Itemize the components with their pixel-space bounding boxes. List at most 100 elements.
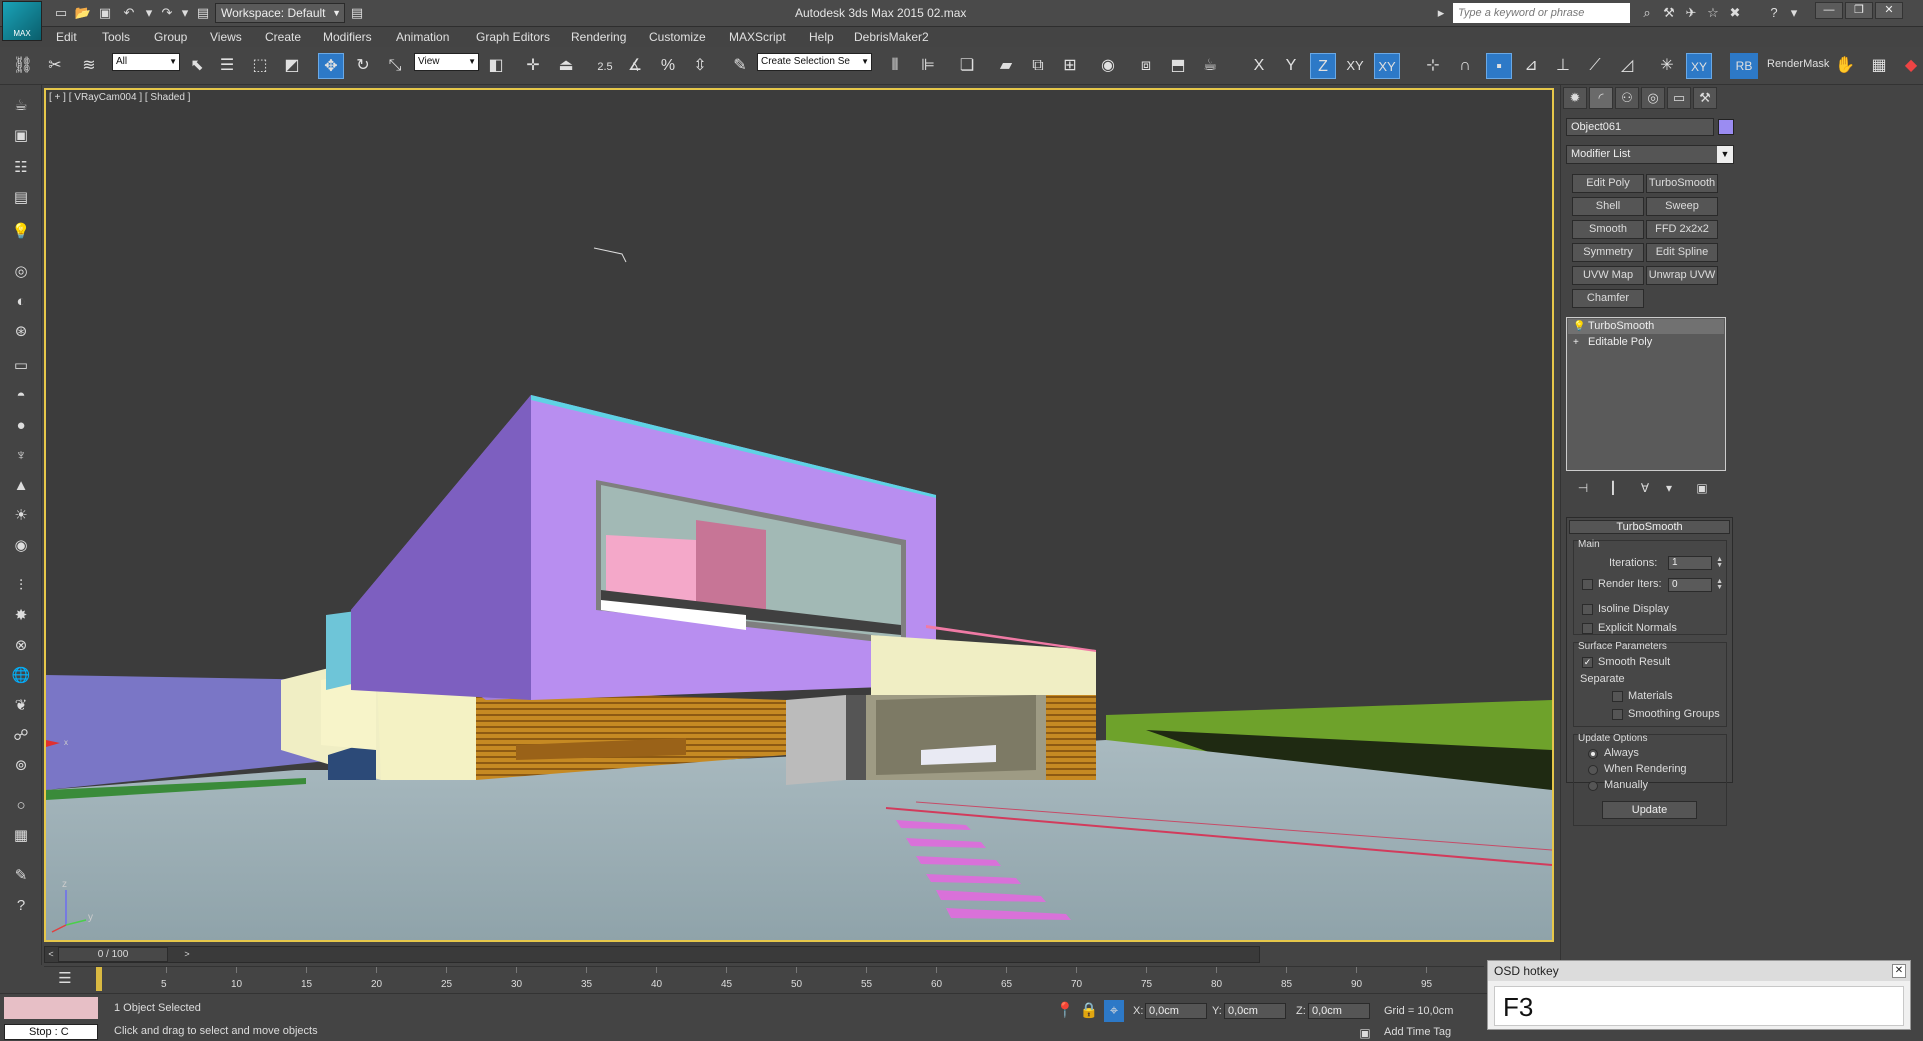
axis-x-button[interactable]: X — [1246, 53, 1272, 79]
next-frame-icon[interactable]: > — [181, 947, 193, 962]
absolute-mode-icon[interactable]: ⌖ — [1104, 1000, 1124, 1022]
configure-sets-icon[interactable]: ▣ — [1693, 479, 1711, 497]
time-slider-thumb[interactable]: 0 / 100 — [58, 947, 168, 962]
save-icon[interactable]: ▣ — [96, 4, 114, 22]
maximize-button[interactable]: ❐ — [1845, 2, 1873, 19]
subscription-icon[interactable]: ⚒ — [1660, 4, 1678, 22]
menu-create[interactable]: Create — [265, 30, 301, 44]
when-rendering-radio[interactable] — [1588, 765, 1598, 775]
light-bulb-icon[interactable]: 💡 — [1573, 319, 1585, 334]
stairs-icon[interactable]: ⫶ — [8, 575, 34, 597]
open-file-icon[interactable]: 📂 — [74, 4, 92, 22]
workspace-dropdown[interactable]: Workspace: Default ▼ — [215, 3, 345, 23]
snap-pivot-icon[interactable]: ✳ — [1654, 53, 1680, 79]
z-coord-field[interactable]: 0,0cm — [1308, 1003, 1370, 1019]
rollout-header[interactable]: TurboSmooth — [1569, 520, 1730, 534]
sound-icon[interactable]: ◐ — [8, 291, 34, 313]
edit-spline-button[interactable]: Edit Spline — [1646, 243, 1718, 262]
maxscript-listener-field[interactable] — [4, 997, 98, 1019]
menu-modifiers[interactable]: Modifiers — [323, 30, 372, 44]
script-icon[interactable]: ✎ — [8, 865, 34, 887]
app-logo-button[interactable]: MAX — [2, 1, 42, 41]
plant-icon[interactable]: ❦ — [8, 695, 34, 717]
menu-rendering[interactable]: Rendering — [571, 30, 626, 44]
red-hand-icon[interactable]: ✋ — [1832, 53, 1858, 79]
selection-filter-dropdown[interactable]: All ▼ — [112, 53, 180, 71]
viewport-vraycam[interactable]: z y x [ + ] [ VRayCam004 ] [ Shaded ] — [44, 88, 1554, 942]
materials-checkbox[interactable] — [1612, 691, 1623, 702]
motion-tab-icon[interactable]: ◎ — [1641, 87, 1665, 109]
percent-snap-icon[interactable]: % — [655, 53, 681, 79]
stack-item-editable-poly[interactable]: + Editable Poly — [1568, 335, 1724, 350]
smooth-result-checkbox[interactable]: ✓ — [1582, 657, 1593, 668]
create-tab-icon[interactable]: ✹ — [1563, 87, 1587, 109]
x-coord-field[interactable]: 0,0cm — [1145, 1003, 1207, 1019]
redo-icon[interactable]: ↷ — [158, 4, 176, 22]
film-icon[interactable]: ⊛ — [8, 321, 34, 343]
snap-midpoint-icon[interactable]: ⊥ — [1550, 53, 1576, 79]
edit-poly-button[interactable]: Edit Poly — [1572, 174, 1644, 193]
rendered-frame-window-icon[interactable]: ⬒ — [1165, 53, 1191, 79]
undo-icon[interactable]: ↶ — [120, 4, 138, 22]
lock-icon[interactable]: 🔒 — [1076, 1000, 1102, 1022]
new-file-icon[interactable]: ▭ — [52, 4, 70, 22]
red-diamond-icon[interactable]: ◆ — [1898, 53, 1923, 79]
modifier-list-dropdown[interactable]: Modifier List ▼ — [1566, 145, 1734, 164]
symmetry-button[interactable]: Symmetry — [1572, 243, 1644, 262]
communication-center-icon[interactable]: ✈ — [1682, 4, 1700, 22]
utilities-tab-icon[interactable]: ⚒ — [1693, 87, 1717, 109]
menu-maxscript[interactable]: MAXScript — [729, 30, 786, 44]
previous-frame-icon[interactable]: < — [45, 947, 57, 962]
current-frame-marker[interactable] — [96, 967, 102, 991]
camera-icon[interactable]: ◎ — [8, 261, 34, 283]
snap-vertex-icon[interactable]: ▪ — [1486, 53, 1512, 79]
render-iters-spinner[interactable]: 0 ▲ ▼ — [1668, 578, 1723, 592]
menu-tools[interactable]: Tools — [102, 30, 130, 44]
object-name-field[interactable]: Object061 — [1566, 118, 1714, 136]
menu-group[interactable]: Group — [154, 30, 187, 44]
select-and-rotate-icon[interactable]: ↻ — [350, 53, 376, 79]
hair-icon[interactable]: ☍ — [8, 725, 34, 747]
axis-y-button[interactable]: Y — [1278, 53, 1304, 79]
material-editor-icon[interactable]: ◉ — [1095, 53, 1121, 79]
snap-xy-icon[interactable]: XY — [1686, 53, 1712, 79]
shell-button[interactable]: Shell — [1572, 197, 1644, 216]
edit-named-selections-icon[interactable]: ✎ — [727, 53, 753, 79]
exchange-icon[interactable]: ✖ — [1726, 4, 1744, 22]
sweep-button[interactable]: Sweep — [1646, 197, 1718, 216]
redo-dropdown-icon[interactable]: ▾ — [176, 4, 194, 22]
mini-curve-editor-icon[interactable]: ☰ — [52, 968, 78, 990]
snap-grid-point-icon[interactable]: ⊹ — [1420, 53, 1446, 79]
light-bulb-icon[interactable]: 💡 — [8, 221, 34, 243]
snap-endpoint-icon[interactable]: ⊿ — [1518, 53, 1544, 79]
menu-animation[interactable]: Animation — [396, 30, 449, 44]
select-and-scale-icon[interactable]: ⤡ — [382, 53, 408, 79]
teapot-icon[interactable]: ☕ — [8, 95, 34, 117]
layer-manager-icon[interactable]: ❏ — [954, 53, 980, 79]
spinner-snap-icon[interactable]: ⇳ — [687, 53, 713, 79]
rb-button[interactable]: RB — [1730, 53, 1758, 79]
named-selection-dropdown[interactable]: Create Selection Se ▼ — [757, 53, 872, 71]
snaps-toggle-icon[interactable]: 2.5 — [592, 53, 618, 79]
close-button[interactable]: ✕ — [1875, 2, 1903, 19]
menu-customize[interactable]: Customize — [649, 30, 706, 44]
rendermask-label[interactable]: RenderMask — [1767, 58, 1829, 70]
time-slider[interactable]: < 0 / 100 > — [44, 946, 1260, 963]
viewport-label[interactable]: [ + ] [ VRayCam004 ] [ Shaded ] — [49, 92, 190, 103]
manually-radio[interactable] — [1588, 781, 1598, 791]
checker-icon[interactable]: ▦ — [1866, 53, 1892, 79]
search-input[interactable]: Type a keyword or phrase — [1453, 3, 1630, 23]
display-tab-icon[interactable]: ▭ — [1667, 87, 1691, 109]
question-icon[interactable]: ? — [8, 895, 34, 917]
minimize-button[interactable]: — — [1815, 2, 1843, 19]
show-end-result-icon[interactable]: ┃ — [1604, 479, 1622, 497]
select-object-icon[interactable]: ⬉ — [184, 53, 210, 79]
curve-editor-icon[interactable]: ⧉ — [1025, 53, 1051, 79]
render-frame-icon[interactable]: ▣ — [8, 125, 34, 147]
sun-icon[interactable]: ☀ — [8, 505, 34, 527]
binoculars-icon[interactable]: ⌕ — [1638, 4, 1656, 22]
update-button[interactable]: Update — [1602, 801, 1697, 819]
select-and-link-icon[interactable]: ⛓ — [10, 53, 36, 79]
osd-close-icon[interactable]: ✕ — [1892, 964, 1906, 978]
pivot-center-icon[interactable]: ◧ — [483, 53, 509, 79]
